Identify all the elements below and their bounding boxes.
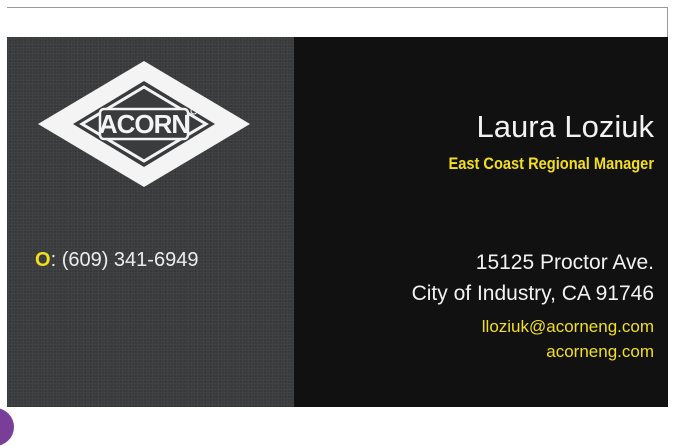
corner-badge (0, 408, 14, 446)
photo-frame-top-edge (7, 7, 668, 8)
phone-separator: : (50, 249, 57, 271)
phone-number[interactable]: (609) 341-6949 (62, 249, 199, 271)
business-card: ACORN O: (609) 341-6949 Laura Loziuk Eas… (7, 37, 668, 407)
acorn-logo: ACORN (38, 61, 250, 187)
address-line-1: 15125 Proctor Ave. (475, 251, 654, 274)
email-link[interactable]: lloziuk@acorneng.com (482, 317, 654, 337)
job-title: East Coast Regional Manager (448, 154, 654, 173)
person-name: Laura Loziuk (476, 109, 654, 144)
phone-label: O (35, 249, 51, 271)
address-line-2: City of Industry, CA 91746 (411, 282, 654, 305)
phone-line: O: (609) 341-6949 (35, 249, 198, 272)
website-link[interactable]: acorneng.com (546, 342, 654, 362)
logo-wordmark: ACORN (99, 109, 190, 139)
